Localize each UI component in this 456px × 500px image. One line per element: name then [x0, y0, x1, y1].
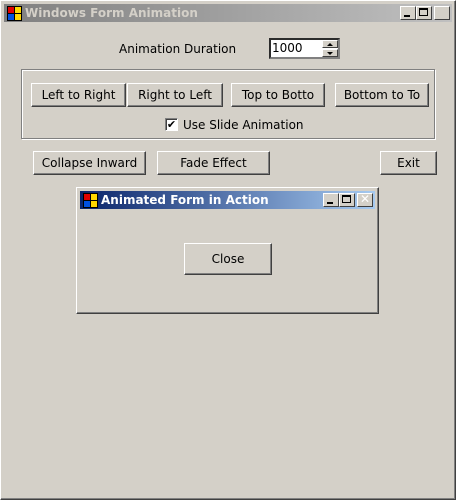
top-to-bottom-button[interactable]: Top to Botto — [231, 83, 325, 107]
minimize-icon — [327, 202, 333, 204]
exit-button[interactable]: Exit — [380, 151, 437, 175]
child-close-window-button[interactable]: ✕ — [357, 192, 373, 207]
spinner-down-button[interactable] — [322, 49, 338, 57]
child-caption-buttons: ✕ — [323, 192, 373, 207]
child-titlebar[interactable]: Animated Form in Action ✕ — [80, 191, 375, 209]
child-window-title: Animated Form in Action — [101, 193, 269, 207]
main-caption-buttons: ✕ — [400, 5, 450, 20]
spinner-up-button[interactable] — [322, 40, 338, 48]
animation-duration-label: Animation Duration — [119, 42, 237, 56]
maximize-icon — [419, 8, 428, 16]
arrow-up-icon — [327, 43, 333, 46]
minimize-button[interactable] — [400, 6, 416, 20]
fade-effect-button[interactable]: Fade Effect — [157, 151, 270, 175]
animated-child-window: Animated Form in Action ✕ Close — [76, 187, 379, 314]
collapse-inward-button[interactable]: Collapse Inward — [33, 151, 146, 175]
app-icon — [82, 192, 98, 208]
child-minimize-button[interactable] — [323, 193, 339, 207]
main-titlebar[interactable]: Windows Form Animation ✕ — [4, 4, 452, 22]
close-button[interactable]: Close — [184, 243, 272, 275]
minimize-icon — [404, 15, 410, 17]
right-to-left-button[interactable]: Right to Left — [127, 83, 223, 107]
bottom-to-top-button[interactable]: Bottom to To — [335, 83, 429, 107]
maximize-icon — [342, 195, 351, 203]
close-icon: ✕ — [436, 5, 448, 19]
spinner-buttons — [322, 40, 338, 57]
app-icon — [6, 5, 22, 21]
maximize-button[interactable] — [416, 6, 432, 20]
close-window-button[interactable]: ✕ — [434, 5, 450, 20]
close-icon: ✕ — [359, 192, 371, 206]
slide-animation-checkbox[interactable]: ✔ — [165, 118, 178, 131]
main-window-title: Windows Form Animation — [25, 6, 198, 20]
slide-animation-label[interactable]: Use Slide Animation — [183, 118, 304, 132]
arrow-down-icon — [327, 52, 333, 55]
left-to-right-button[interactable]: Left to Right — [31, 83, 126, 107]
child-maximize-button[interactable] — [339, 193, 355, 207]
animation-duration-spinner[interactable]: 1000 — [269, 38, 340, 59]
animation-duration-value[interactable]: 1000 — [272, 41, 303, 55]
